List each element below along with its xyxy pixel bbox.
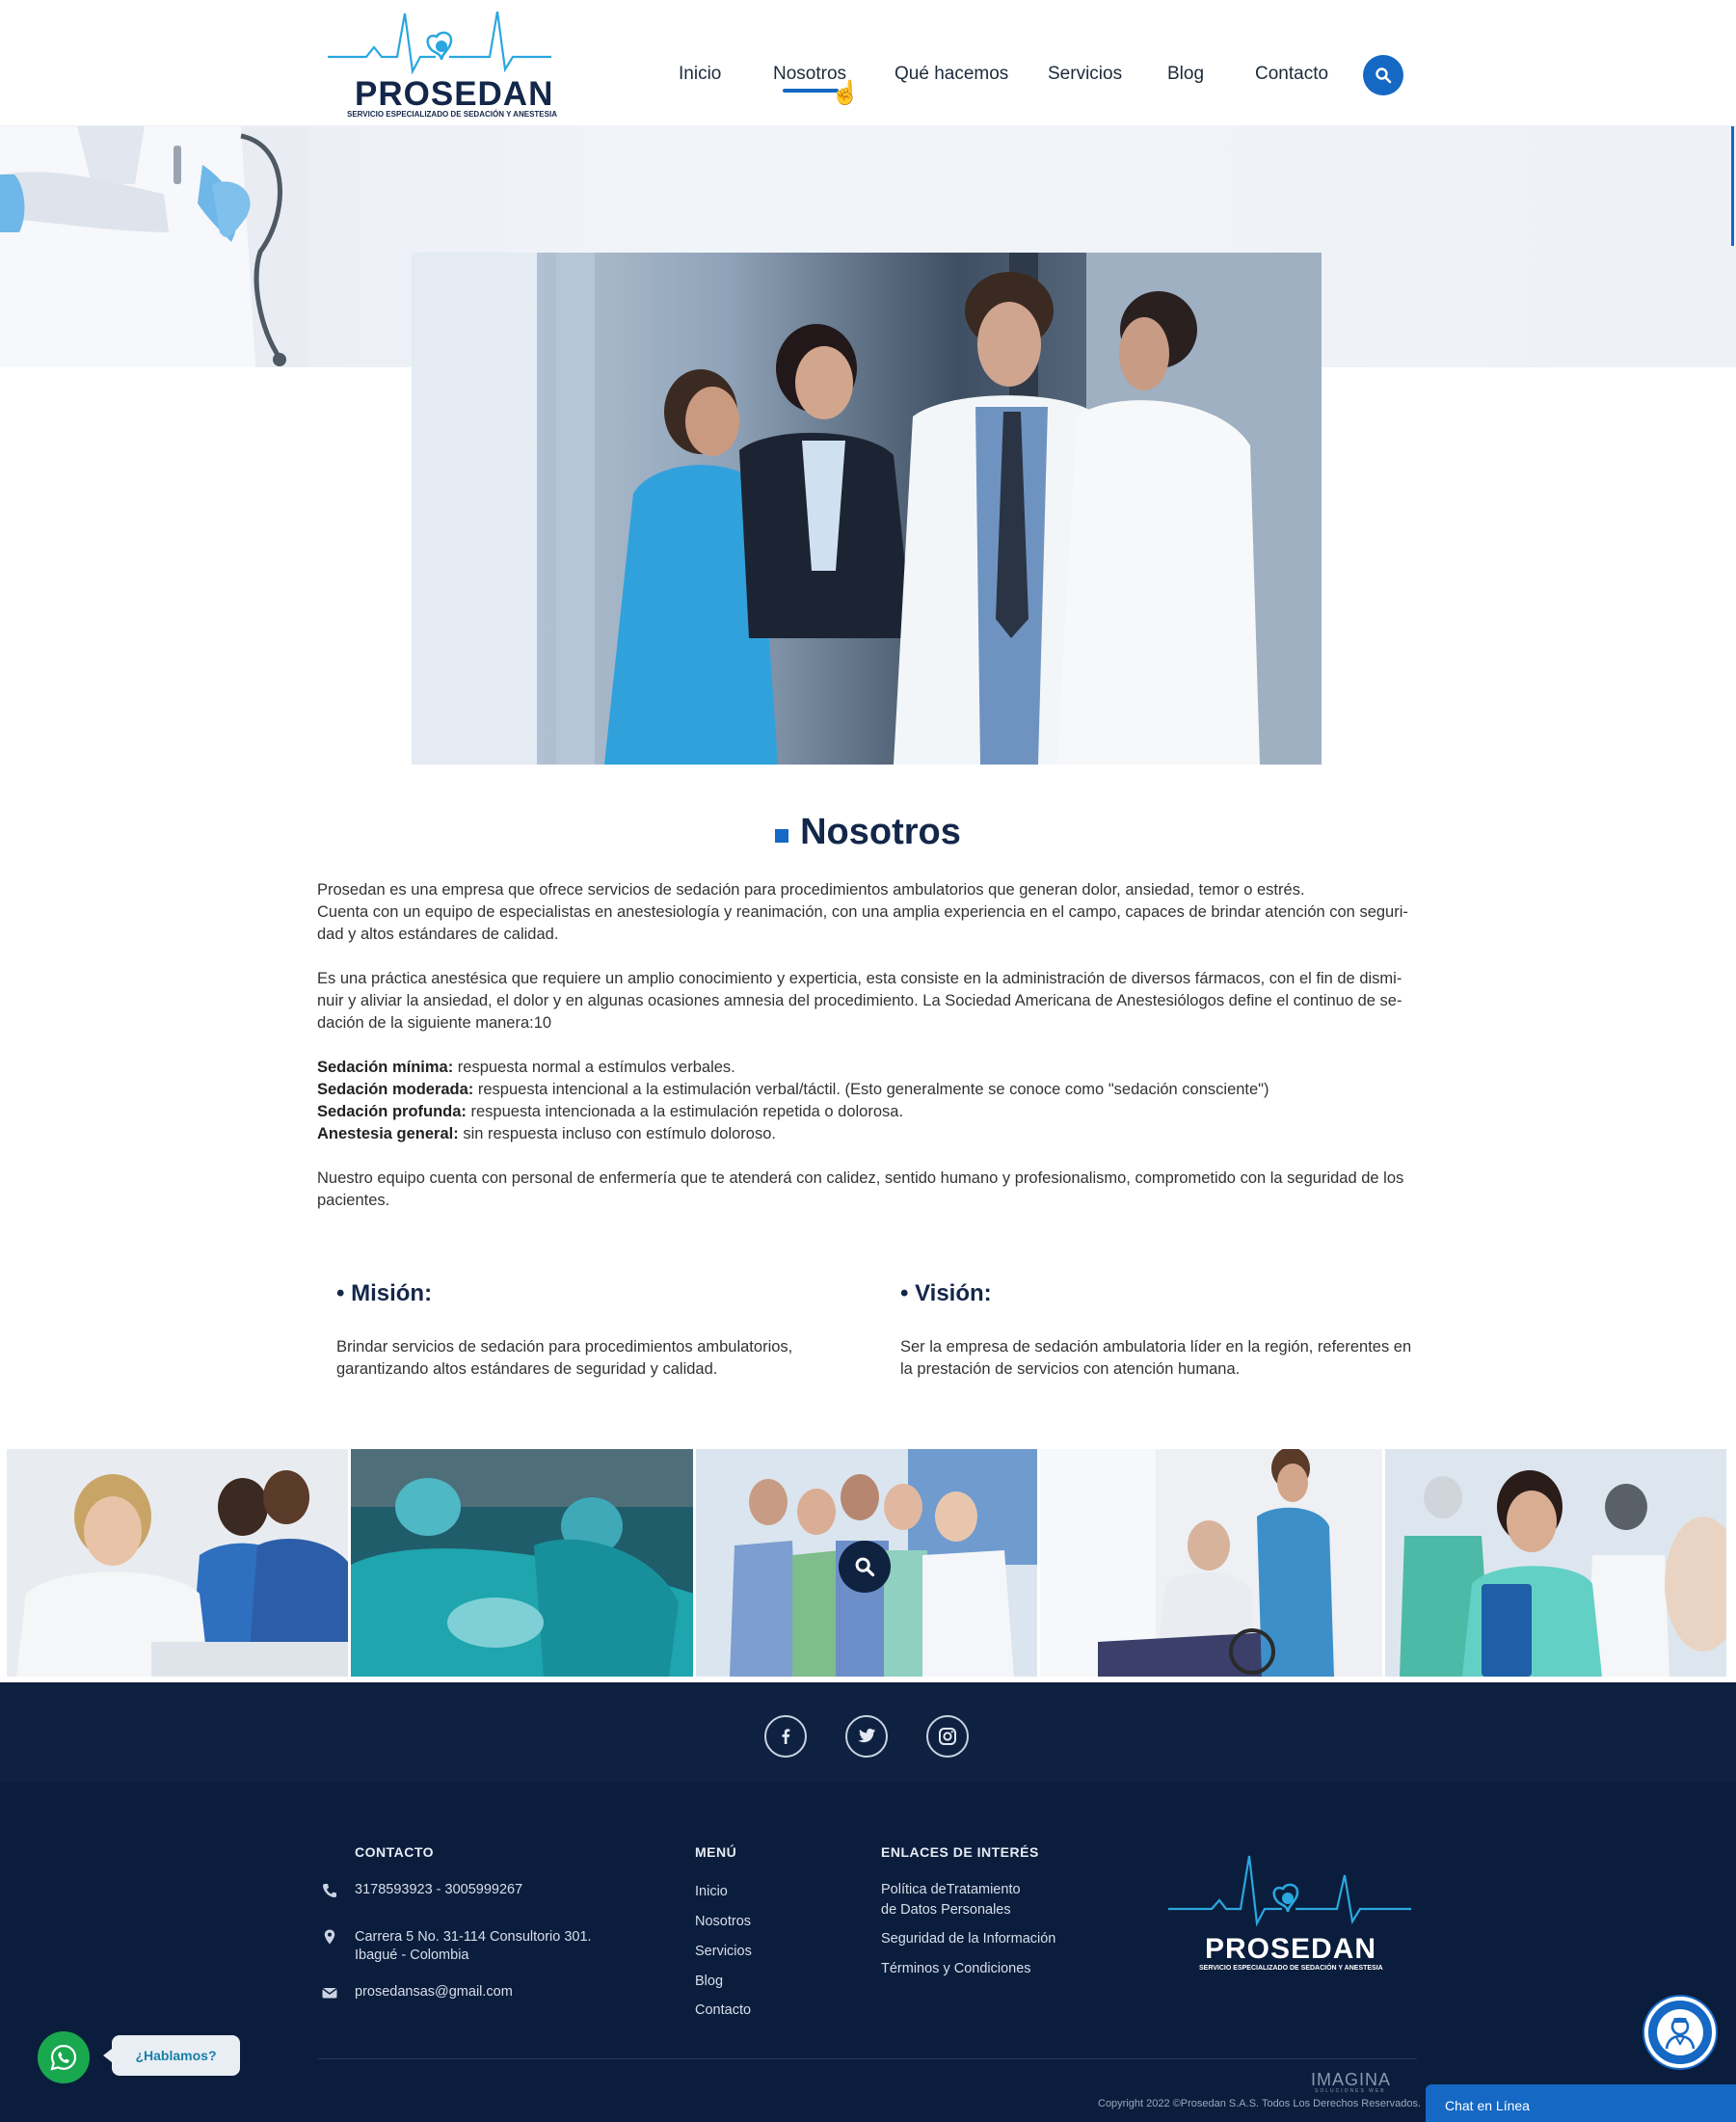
footer-contact-heading: CONTACTO	[355, 1844, 435, 1860]
footer-menu-contacto[interactable]: Contacto	[695, 2001, 751, 2020]
team-paragraph: Nuestro equipo cuenta con personal de en…	[317, 1169, 1404, 1209]
level-desc: respuesta intencional a la estimulación …	[473, 1081, 1269, 1098]
banner-doctor-image	[0, 126, 308, 367]
level-desc: sin respuesta incluso con estímulo dolor…	[458, 1125, 776, 1142]
heartbeat-logo-icon	[328, 11, 551, 75]
nav-inicio[interactable]: Inicio	[679, 64, 721, 85]
brand-logo[interactable]: PROSEDAN SERVICIO ESPECIALIZADO DE SEDAC…	[328, 4, 559, 123]
about-content: Prosedan es una empresa que ofrece servi…	[317, 879, 1417, 1234]
gallery-image-team[interactable]	[695, 1449, 1038, 1677]
footer-brand-name: PROSEDAN	[1205, 1933, 1377, 1965]
footer-address-line2: Ibagué - Colombia	[355, 1947, 469, 1963]
footer-menu-blog[interactable]: Blog	[695, 1972, 723, 1991]
whatsapp-button[interactable]	[38, 2031, 90, 2083]
vision-block: • Visión: Ser la empresa de sedación amb…	[900, 1280, 1421, 1381]
site-header: PROSEDAN SERVICIO ESPECIALIZADO DE SEDAC…	[0, 0, 1736, 126]
twitter-link[interactable]	[845, 1715, 888, 1758]
gallery-image-nurse[interactable]	[1384, 1449, 1727, 1677]
hero-team-photo	[412, 253, 1322, 765]
envelope-icon	[322, 1987, 337, 1999]
vision-text: Ser la empresa de sedación ambulatoria l…	[900, 1338, 1412, 1378]
chat-online-bar[interactable]: Chat en Línea	[1426, 2084, 1736, 2122]
intro-text-b: Cuenta con un equipo de especialistas en…	[317, 903, 1408, 943]
gallery-zoom-button[interactable]	[838, 1541, 891, 1593]
level-desc: respuesta intencionada a la estimulación…	[466, 1103, 904, 1120]
nav-servicios[interactable]: Servicios	[1048, 64, 1122, 85]
gallery-image-meeting[interactable]	[7, 1449, 349, 1677]
nav-contacto[interactable]: Contacto	[1255, 64, 1328, 85]
brand-tagline: SERVICIO ESPECIALIZADO DE SEDACIÓN Y ANE…	[347, 110, 557, 119]
location-pin-icon	[324, 1929, 335, 1945]
footer-address-line1: Carrera 5 No. 31-114 Consultorio 301.	[355, 1929, 592, 1945]
footer-links-heading: ENLACES DE INTERÉS	[881, 1844, 1039, 1860]
vision-title: • Visión:	[900, 1280, 992, 1306]
gallery-image-surgery[interactable]	[351, 1449, 693, 1677]
intro-text-a: Prosedan es una empresa que ofrece servi…	[317, 881, 1305, 899]
intro-paragraph: Prosedan es una empresa que ofrece servi…	[317, 879, 1417, 946]
footer-brand-logo[interactable]: PROSEDAN SERVICIO ESPECIALIZADO DE SEDAC…	[1168, 1854, 1411, 1979]
page-title-row: Nosotros	[0, 812, 1736, 853]
level-term: Sedación profunda:	[317, 1103, 467, 1120]
site-footer	[0, 1783, 1736, 2122]
facebook-icon	[782, 1729, 790, 1744]
agency-logo[interactable]: IMAGINA	[1311, 2070, 1391, 2090]
search-icon	[1375, 67, 1392, 84]
level-term: Anestesia general:	[317, 1125, 459, 1142]
facebook-link[interactable]	[764, 1715, 807, 1758]
title-square-icon	[775, 828, 789, 843]
footer-menu-servicios[interactable]: Servicios	[695, 1942, 752, 1961]
instagram-link[interactable]	[926, 1715, 969, 1758]
nav-que-hacemos[interactable]: Qué hacemos	[895, 64, 1008, 85]
brand-name: PROSEDAN	[355, 75, 554, 113]
page-title: Nosotros	[800, 812, 961, 852]
sedation-levels: Sedación mínima: respuesta normal a estí…	[317, 1057, 1417, 1145]
twitter-icon	[858, 1729, 876, 1743]
copyright-text: Copyright 2022 ©Prosedan S.A.S. Todos Lo…	[1098, 2098, 1422, 2109]
footer-link-security[interactable]: Seguridad de la Información	[881, 1929, 1055, 1948]
search-button[interactable]	[1363, 55, 1403, 95]
phone-icon	[323, 1884, 336, 1897]
footer-brand-tagline: SERVICIO ESPECIALIZADO DE SEDACIÓN Y ANE…	[1199, 1965, 1383, 1972]
mision-title: • Misión:	[336, 1280, 433, 1306]
agency-logo-sub: SOLUCIONES WEB	[1315, 2088, 1386, 2094]
level-term: Sedación mínima:	[317, 1059, 454, 1076]
photo-gallery	[7, 1449, 1727, 1677]
footer-divider	[317, 2058, 1417, 2059]
footer-menu-heading: MENÚ	[695, 1844, 737, 1860]
instagram-icon	[939, 1728, 956, 1745]
mision-block: • Misión: Brindar servicios de sedación …	[336, 1280, 857, 1381]
footer-link-privacy-line2[interactable]: de Datos Personales	[881, 1900, 1011, 1920]
nav-blog[interactable]: Blog	[1167, 64, 1204, 85]
practice-paragraph: Es una práctica anestésica que requiere …	[317, 970, 1402, 1032]
pointer-cursor-icon: ☝	[831, 80, 860, 106]
level-term: Sedación moderada:	[317, 1081, 474, 1098]
gallery-image-elderly-care[interactable]	[1040, 1449, 1382, 1677]
level-desc: respuesta normal a estímulos verbales.	[453, 1059, 735, 1076]
whatsapp-icon	[50, 2044, 77, 2071]
footer-link-terms[interactable]: Términos y Condiciones	[881, 1959, 1031, 1978]
search-icon	[855, 1557, 874, 1577]
footer-link-privacy-line1[interactable]: Política deTratamiento	[881, 1880, 1021, 1899]
doctor-avatar-icon	[1657, 2009, 1703, 2055]
heartbeat-logo-icon	[1168, 1855, 1411, 1927]
chat-agent-avatar[interactable]	[1644, 1997, 1716, 2068]
footer-menu-inicio[interactable]: Inicio	[695, 1882, 728, 1901]
whatsapp-prompt-bubble[interactable]: ¿Hablamos?	[103, 2035, 240, 2076]
footer-phone[interactable]: 3178593923 - 3005999267	[355, 1880, 522, 1899]
footer-menu-nosotros[interactable]: Nosotros	[695, 1912, 751, 1931]
banner-edge-accent	[1731, 126, 1734, 246]
mision-text: Brindar servicios de sedación para proce…	[336, 1338, 793, 1378]
footer-email[interactable]: prosedansas@gmail.com	[355, 1982, 513, 2001]
